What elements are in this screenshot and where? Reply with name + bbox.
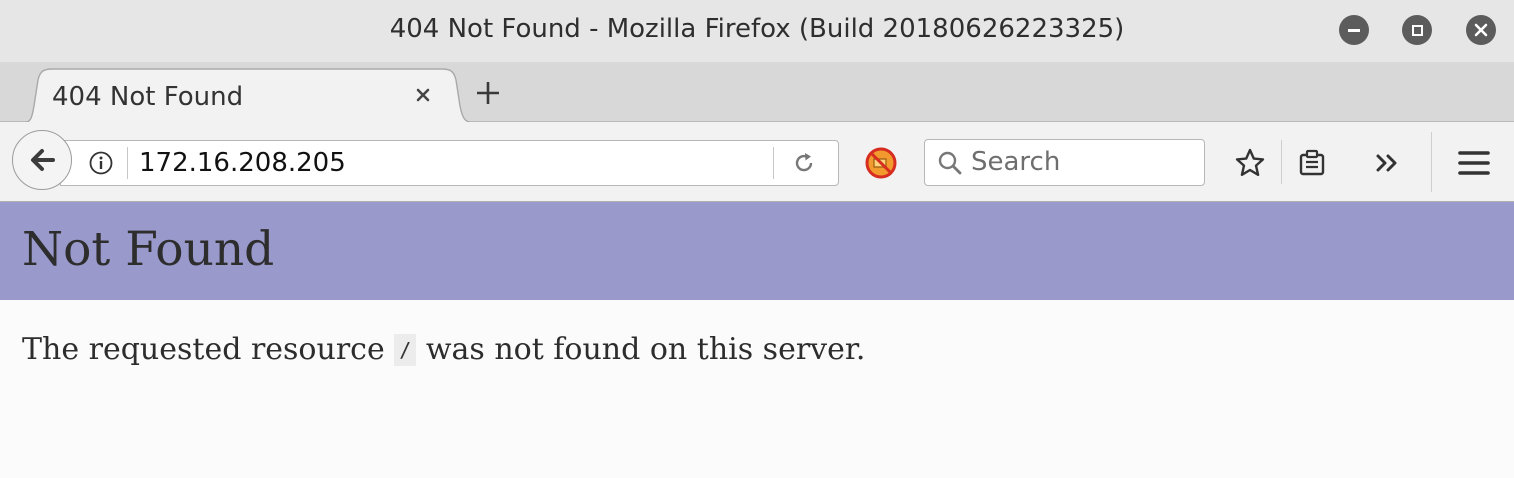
back-arrow-icon xyxy=(31,149,55,171)
reload-icon[interactable] xyxy=(791,150,817,176)
search-icon xyxy=(938,151,962,175)
blocked-addon-icon[interactable] xyxy=(864,146,898,180)
site-info-icon[interactable] xyxy=(89,151,113,175)
new-tab-plus-icon[interactable] xyxy=(471,76,505,110)
error-message: The requested resource / was not found o… xyxy=(22,332,865,367)
tab-404-not-found[interactable]: 404 Not Found xyxy=(22,68,474,124)
tab-label: 404 Not Found xyxy=(52,82,244,112)
browser-window: 404 Not Found - Mozilla Firefox (Build 2… xyxy=(0,0,1514,478)
page-content: Not Found The requested resource / was n… xyxy=(0,202,1514,478)
maximize-icon[interactable] xyxy=(1402,15,1432,45)
search-bar[interactable] xyxy=(924,139,1205,186)
title-bar: 404 Not Found - Mozilla Firefox (Build 2… xyxy=(0,0,1514,62)
toolbar-separator xyxy=(1431,132,1432,192)
message-after: was not found on this server. xyxy=(416,332,866,367)
toolbar-separator xyxy=(1281,140,1282,184)
page-title: Not Found xyxy=(22,222,275,277)
url-separator xyxy=(127,147,128,179)
overflow-chevron-icon[interactable] xyxy=(1371,146,1405,180)
reload-separator xyxy=(773,147,774,179)
search-input[interactable] xyxy=(971,143,1191,181)
library-icon[interactable] xyxy=(1295,146,1329,180)
tab-strip: 404 Not Found xyxy=(0,62,1514,124)
url-bar[interactable]: 172.16.208.205 xyxy=(60,140,839,186)
nav-bar: 172.16.208.205 xyxy=(0,122,1514,202)
window-title: 404 Not Found - Mozilla Firefox (Build 2… xyxy=(389,14,1125,44)
resource-path: / xyxy=(394,334,417,366)
url-text[interactable]: 172.16.208.205 xyxy=(139,148,346,178)
hamburger-menu-icon[interactable] xyxy=(1457,146,1491,180)
bookmark-star-icon[interactable] xyxy=(1233,146,1267,180)
message-before: The requested resource xyxy=(22,332,395,367)
page-header: Not Found xyxy=(0,202,1514,300)
close-icon[interactable] xyxy=(1466,15,1496,45)
back-button[interactable] xyxy=(12,130,72,190)
tab-close-icon[interactable] xyxy=(410,82,436,108)
minimize-icon[interactable] xyxy=(1339,15,1369,45)
